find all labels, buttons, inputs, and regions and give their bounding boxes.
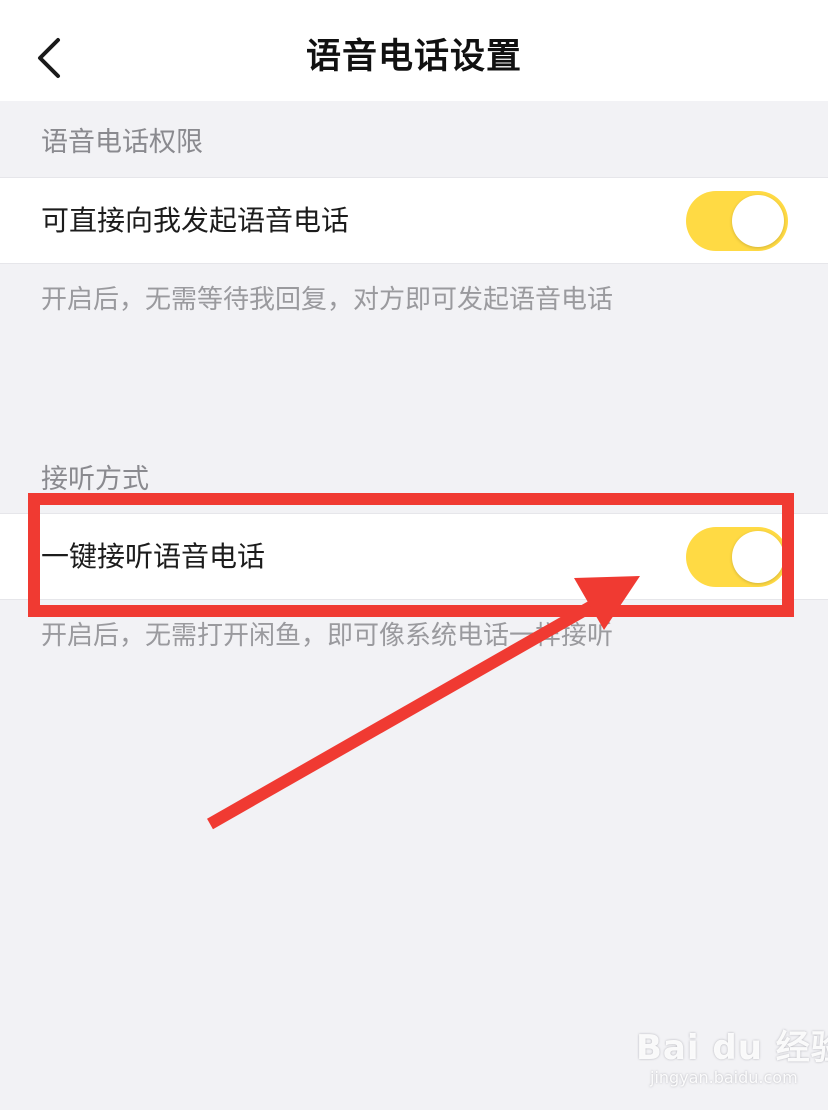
watermark-url: jingyan.baidu.com: [650, 1068, 798, 1087]
toggle-knob: [732, 531, 784, 583]
setting-row-direct-call[interactable]: 可直接向我发起语音电话: [0, 177, 828, 264]
section-header-answer-mode: 接听方式: [41, 464, 149, 495]
setting-label-one-tap-answer: 一键接听语音电话: [41, 540, 266, 573]
watermark-logo: Bai du 经验: [636, 1028, 828, 1068]
hint-one-tap-answer: 开启后，无需打开闲鱼，即可像系统电话一样接听: [41, 621, 614, 651]
setting-label-direct-call: 可直接向我发起语音电话: [41, 204, 350, 237]
watermark: Bai du 经验 jingyan.baidu.com: [632, 1018, 828, 1094]
chevron-left-icon: [38, 38, 60, 78]
direct-call-toggle[interactable]: [686, 191, 788, 251]
one-tap-answer-toggle[interactable]: [686, 527, 788, 587]
toggle-knob: [732, 195, 784, 247]
hint-direct-call: 开启后，无需等待我回复，对方即可发起语音电话: [41, 285, 614, 315]
back-button[interactable]: [26, 30, 76, 86]
setting-row-one-tap-answer[interactable]: 一键接听语音电话: [0, 513, 828, 600]
page-title: 语音电话设置: [305, 37, 522, 77]
section-header-permission: 语音电话权限: [41, 127, 203, 158]
